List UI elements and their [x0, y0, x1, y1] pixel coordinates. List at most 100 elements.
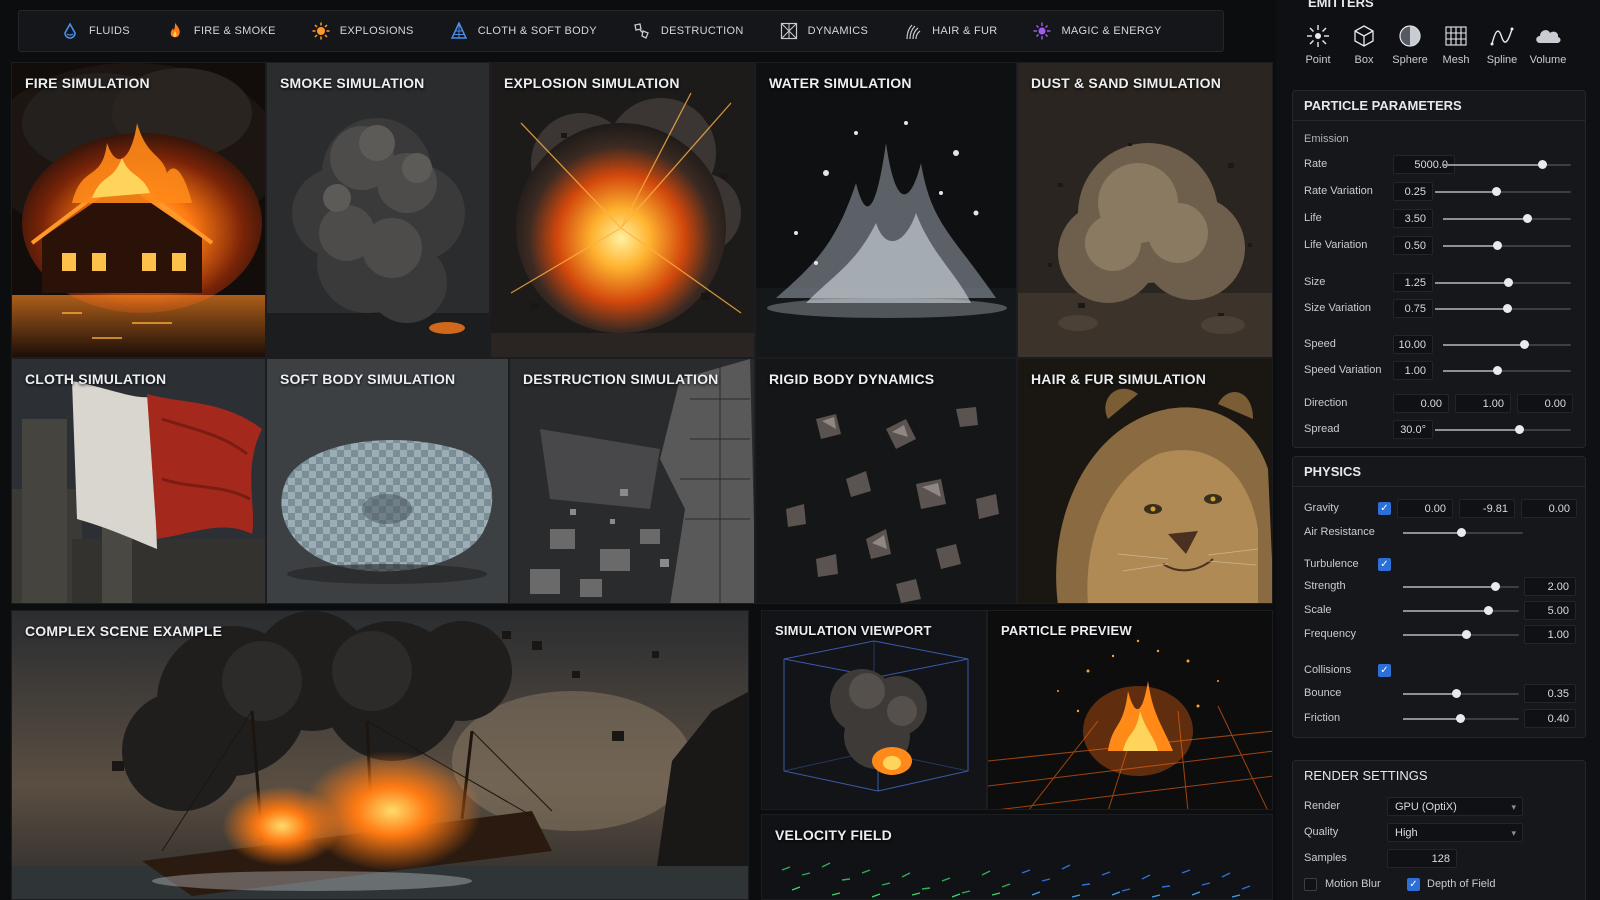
- volume-emitter-button[interactable]: Volume: [1526, 24, 1570, 66]
- emission-group-label: Emission: [1304, 133, 1349, 145]
- slider-handle[interactable]: [1492, 241, 1502, 250]
- direction-z-field[interactable]: 0.00: [1517, 394, 1573, 413]
- size-variation-slider[interactable]: [1435, 304, 1571, 313]
- life-variation-field[interactable]: 0.50: [1393, 236, 1433, 255]
- life-variation-slider[interactable]: [1443, 241, 1571, 250]
- size-field[interactable]: 1.25: [1393, 273, 1433, 292]
- slider-handle[interactable]: [1490, 582, 1500, 591]
- life-variation-row: Life Variation 0.50: [1293, 236, 1587, 256]
- slider-handle[interactable]: [1504, 278, 1514, 287]
- direction-x-field[interactable]: 0.00: [1393, 394, 1449, 413]
- water-simulation-tile[interactable]: WATER SIMULATION: [755, 62, 1017, 358]
- air-resistance-slider[interactable]: [1403, 528, 1523, 537]
- strength-field[interactable]: 2.00: [1524, 577, 1576, 596]
- category-fluids[interactable]: FLUIDS: [61, 22, 130, 40]
- turbulence-checkbox[interactable]: ✓: [1378, 558, 1391, 571]
- scale-field[interactable]: 5.00: [1524, 601, 1576, 620]
- category-label: DESTRUCTION: [660, 25, 744, 37]
- param-label: Scale: [1304, 604, 1332, 616]
- gravity-x-field[interactable]: 0.00: [1397, 499, 1453, 518]
- destruction-simulation-tile[interactable]: DESTRUCTION SIMULATION: [509, 358, 755, 604]
- spline-emitter-button[interactable]: Spline: [1480, 24, 1524, 66]
- frequency-field[interactable]: 1.00: [1524, 625, 1576, 644]
- gravity-y-field[interactable]: -9.81: [1459, 499, 1515, 518]
- explosion-simulation-tile[interactable]: EXPLOSION SIMULATION: [490, 62, 755, 358]
- slider-handle[interactable]: [1452, 689, 1462, 698]
- slider-handle[interactable]: [1456, 528, 1466, 537]
- direction-y-field[interactable]: 1.00: [1455, 394, 1511, 413]
- tile-title: VELOCITY FIELD: [775, 827, 892, 843]
- category-destruction[interactable]: DESTRUCTION: [633, 22, 744, 40]
- emitters-title: EMITTERS: [1308, 0, 1374, 10]
- category-cloth-soft-body[interactable]: CLOTH & SOFT BODY: [450, 22, 597, 40]
- velocity-field-tile[interactable]: VELOCITY FIELD: [761, 814, 1273, 900]
- slider-handle[interactable]: [1483, 606, 1493, 615]
- param-label: Size Variation: [1304, 302, 1372, 314]
- particle-preview-tile[interactable]: PARTICLE PREVIEW: [987, 610, 1273, 810]
- rate-variation-field[interactable]: 0.25: [1393, 182, 1433, 201]
- category-explosions[interactable]: EXPLOSIONS: [312, 22, 414, 40]
- slider-handle[interactable]: [1492, 366, 1502, 375]
- speed-slider[interactable]: [1443, 340, 1571, 349]
- mesh-emitter-button[interactable]: Mesh: [1434, 24, 1478, 66]
- slider-handle[interactable]: [1515, 425, 1525, 434]
- motion-blur-checkbox[interactable]: [1304, 878, 1317, 891]
- water-splash-image: [756, 63, 1016, 357]
- render-engine-select[interactable]: GPU (OptiX) ▾: [1387, 797, 1523, 816]
- select-value: High: [1395, 827, 1418, 839]
- collisions-checkbox[interactable]: ✓: [1378, 664, 1391, 677]
- speed-field[interactable]: 10.00: [1393, 335, 1433, 354]
- rigid-body-dynamics-tile[interactable]: RIGID BODY DYNAMICS: [755, 358, 1017, 604]
- scale-slider[interactable]: [1403, 606, 1519, 615]
- category-dynamics[interactable]: DYNAMICS: [780, 22, 868, 40]
- slider-handle[interactable]: [1537, 160, 1547, 169]
- speed-variation-slider[interactable]: [1443, 366, 1571, 375]
- point-emitter-button[interactable]: Point: [1296, 24, 1340, 66]
- rate-variation-slider[interactable]: [1435, 187, 1571, 196]
- rate-slider[interactable]: [1443, 160, 1571, 169]
- depth-of-field-checkbox[interactable]: ✓: [1407, 878, 1420, 891]
- samples-field[interactable]: 128: [1387, 849, 1457, 868]
- slider-handle[interactable]: [1461, 630, 1471, 639]
- bounce-field[interactable]: 0.35: [1524, 684, 1576, 703]
- sphere-emitter-button[interactable]: Sphere: [1388, 24, 1432, 66]
- quality-select[interactable]: High ▾: [1387, 823, 1523, 842]
- speed-variation-field[interactable]: 1.00: [1393, 361, 1433, 380]
- slider-handle[interactable]: [1523, 214, 1533, 223]
- slider-handle[interactable]: [1455, 714, 1465, 723]
- fire-simulation-tile[interactable]: FIRE SIMULATION: [11, 62, 266, 358]
- slider-handle[interactable]: [1519, 340, 1529, 349]
- gravity-z-field[interactable]: 0.00: [1521, 499, 1577, 518]
- strength-slider[interactable]: [1403, 582, 1519, 591]
- life-field[interactable]: 3.50: [1393, 209, 1433, 228]
- friction-slider[interactable]: [1403, 714, 1519, 723]
- section-title: PARTICLE PARAMETERS: [1293, 91, 1585, 121]
- category-hair-fur[interactable]: HAIR & FUR: [904, 22, 997, 40]
- cloth-simulation-tile[interactable]: CLOTH SIMULATION: [11, 358, 266, 604]
- size-variation-field[interactable]: 0.75: [1393, 299, 1433, 318]
- life-slider[interactable]: [1443, 214, 1571, 223]
- category-fire-smoke[interactable]: FIRE & SMOKE: [166, 22, 276, 40]
- gravity-checkbox[interactable]: ✓: [1378, 502, 1391, 515]
- slider-handle[interactable]: [1503, 304, 1513, 313]
- param-label: Air Resistance: [1304, 526, 1375, 538]
- complex-scene-tile[interactable]: COMPLEX SCENE EXAMPLE: [11, 610, 749, 900]
- hair-fur-simulation-tile[interactable]: HAIR & FUR SIMULATION: [1017, 358, 1273, 604]
- soft-body-simulation-tile[interactable]: SOFT BODY SIMULATION: [266, 358, 509, 604]
- render-settings-section: RENDER SETTINGS Render GPU (OptiX) ▾ Qua…: [1292, 760, 1586, 900]
- life-row: Life 3.50: [1293, 209, 1587, 229]
- spread-slider[interactable]: [1435, 425, 1571, 434]
- simulation-viewport-tile[interactable]: SIMULATION VIEWPORT: [761, 610, 987, 810]
- friction-field[interactable]: 0.40: [1524, 709, 1576, 728]
- size-slider[interactable]: [1435, 278, 1571, 287]
- box-emitter-button[interactable]: Box: [1342, 24, 1386, 66]
- dust-sand-simulation-tile[interactable]: DUST & SAND SIMULATION: [1017, 62, 1273, 358]
- smoke-simulation-tile[interactable]: SMOKE SIMULATION: [266, 62, 490, 358]
- tile-title: WATER SIMULATION: [769, 75, 912, 91]
- spread-field[interactable]: 30.0°: [1393, 420, 1433, 439]
- tile-title: RIGID BODY DYNAMICS: [769, 371, 935, 387]
- category-magic-energy[interactable]: MAGIC & ENERGY: [1033, 22, 1161, 40]
- bounce-slider[interactable]: [1403, 689, 1519, 698]
- slider-handle[interactable]: [1492, 187, 1502, 196]
- frequency-slider[interactable]: [1403, 630, 1519, 639]
